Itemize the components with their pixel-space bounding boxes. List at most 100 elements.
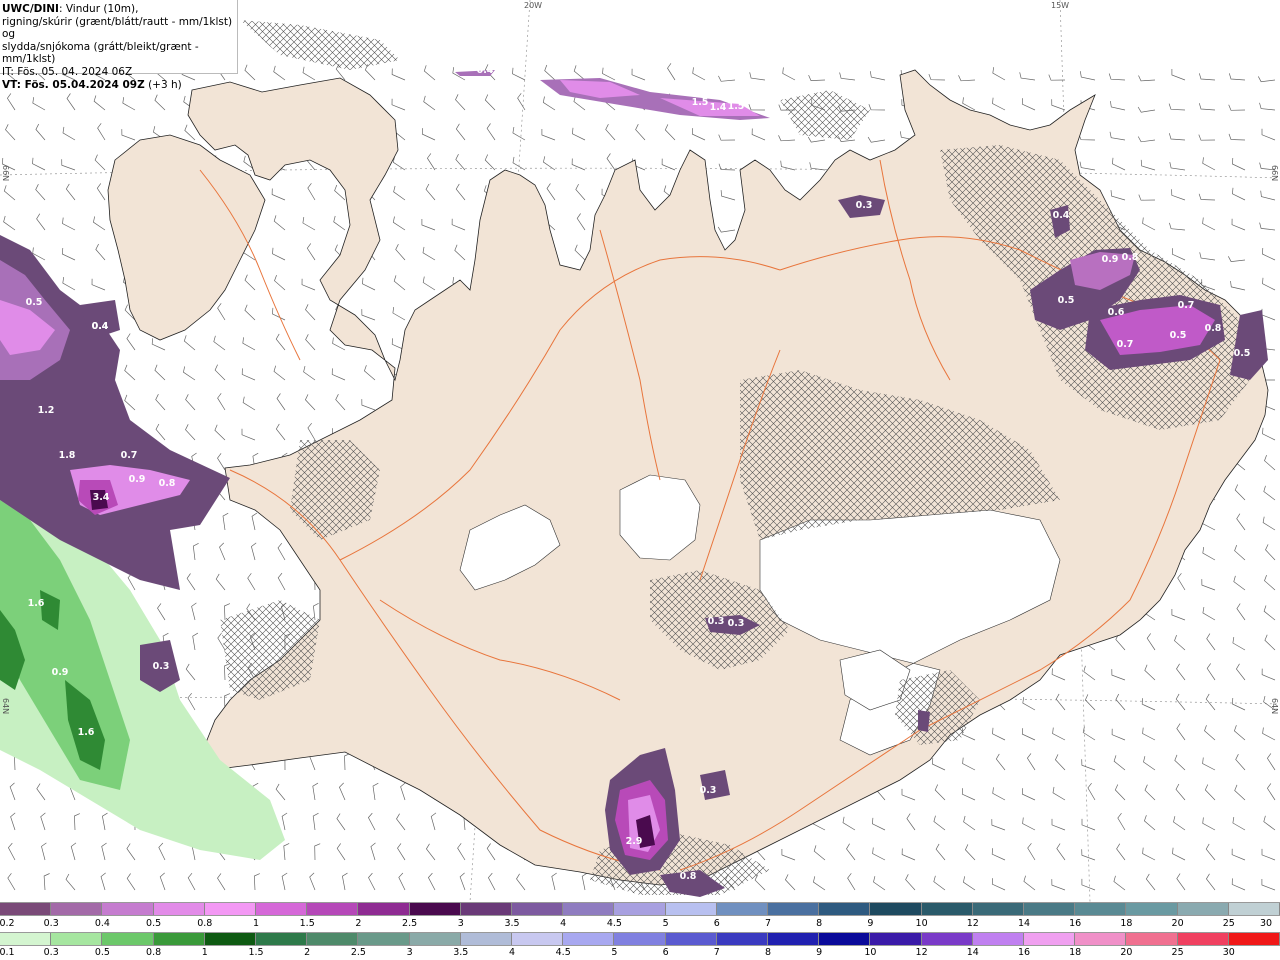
- legend-label: 10: [915, 918, 928, 929]
- legend-swatch: [563, 903, 615, 915]
- legend-label: 1: [201, 947, 208, 958]
- legend-swatch: [1228, 933, 1280, 945]
- legend-label: 1: [252, 918, 260, 929]
- legend-swatch: [204, 933, 257, 945]
- legend-label: 8: [764, 947, 772, 958]
- map-info-panel: UWC/DINI: Vindur (10m), rigning/skúrir (…: [0, 0, 238, 91]
- legend-label: 0.5: [94, 947, 110, 958]
- legend-label: 20: [1120, 947, 1133, 958]
- precip-value-label: 0.8: [159, 478, 176, 489]
- legend-swatch: [768, 903, 820, 915]
- legend-label: 4.5: [606, 918, 622, 929]
- legend-label: 0.4: [94, 918, 110, 929]
- legend-label: 1.5: [299, 918, 315, 929]
- legend-swatch: [204, 903, 257, 915]
- lat-label-right-66: 66N: [1270, 165, 1279, 182]
- precip-value-label: 0.5: [26, 297, 43, 308]
- header-description-3: slydda/snjókoma (grátt/bleikt/grænt - mm…: [2, 40, 199, 66]
- legend-swatch: [563, 933, 615, 945]
- precip-value-label: 1.6: [78, 727, 95, 738]
- precip-value-label: 0.3: [582, 70, 599, 81]
- precip-value-label: 1.4: [710, 102, 727, 113]
- legend-swatch: [716, 903, 769, 915]
- forecast-offset: (+3 h): [148, 78, 182, 91]
- precip-value-label: 0.4: [1053, 210, 1070, 221]
- legend-swatch: [358, 903, 410, 915]
- legend-swatch: [256, 933, 308, 945]
- legend-swatch: [921, 903, 973, 915]
- legend-label: 9: [867, 918, 874, 929]
- legend-swatch: [921, 933, 973, 945]
- rain-colorbar: [0, 932, 1280, 946]
- lon-label-15w: 15W: [1051, 1, 1070, 10]
- legend-swatch: [102, 933, 154, 945]
- legend-swatch: [1177, 933, 1229, 945]
- legend-swatch: [870, 933, 922, 945]
- legend-swatch: [512, 933, 564, 945]
- legend-swatch: [1126, 933, 1178, 945]
- legend-swatch: [1075, 933, 1127, 945]
- precip-value-label: 0.9: [52, 667, 69, 678]
- legend-label: 16: [1069, 918, 1082, 929]
- legend-swatch: [1024, 903, 1076, 915]
- legend-label: 25: [1171, 947, 1184, 958]
- legend-label: 18: [1069, 947, 1082, 958]
- precip-value-label: 0.6: [1108, 307, 1125, 318]
- precip-value-label: 1.2: [38, 405, 55, 416]
- legend-label: 2: [304, 947, 311, 958]
- precip-value-label: 0.3: [700, 785, 717, 796]
- legend-label: 14: [1017, 918, 1031, 929]
- precip-value-label: 1.5: [728, 101, 745, 112]
- legend-label: 0.5: [146, 918, 162, 929]
- lat-label-left-64: 64N: [1, 698, 10, 715]
- legend-label: 18: [1120, 918, 1133, 929]
- legend-label: 7: [713, 947, 720, 958]
- legend-swatch: [512, 903, 564, 915]
- legend-label: 0.3: [43, 947, 59, 958]
- lat-label-right-64: 64N: [1270, 698, 1279, 715]
- legend-swatch: [716, 933, 769, 945]
- legend-swatch: [307, 903, 359, 915]
- legend-label: 20: [1171, 918, 1184, 929]
- legend-swatch: [972, 903, 1025, 915]
- header-description-2: rigning/skúrir (grænt/blátt/rautt - mm/1…: [2, 15, 233, 41]
- legend-label: 10: [864, 947, 877, 958]
- legend-swatch: [307, 933, 359, 945]
- precip-value-label: 1.8: [59, 450, 76, 461]
- legend-swatch: [1177, 903, 1229, 915]
- legend-label: 25: [1222, 918, 1235, 929]
- legend-label: 2.5: [402, 918, 418, 929]
- precip-legend: 0.2 0.3 0.4 0.5 0.8 1 1.5 2 2.5 3 3.5 4 4.5 5 6 7 8 9 10 12…: [0, 902, 1280, 960]
- legend-swatch: [614, 903, 666, 915]
- legend-label: 5: [611, 947, 618, 958]
- snow-colorbar: [0, 902, 1280, 916]
- precip-value-label: 0.5: [1234, 348, 1251, 359]
- legend-swatch: [665, 933, 717, 945]
- legend-label: 7: [764, 918, 772, 929]
- legend-label: 30: [1222, 947, 1235, 958]
- legend-swatch: [819, 903, 871, 915]
- lat-label-left-66: 66N: [1, 165, 10, 182]
- precip-value-label: 0.9: [1102, 254, 1119, 265]
- legend-label: 6: [713, 918, 720, 929]
- legend-label: 0.8: [146, 947, 162, 958]
- legend-swatch: [1126, 903, 1178, 915]
- precip-value-label: 0.7: [1178, 300, 1195, 311]
- precip-value-label: 0.5: [1058, 295, 1075, 306]
- precip-value-label: 0.3: [728, 618, 745, 629]
- legend-label: 12: [966, 918, 979, 929]
- precip-value-label: 1.5: [692, 97, 709, 108]
- legend-label: 2: [355, 918, 362, 929]
- legend-label: 0.8: [197, 918, 213, 929]
- weather-map: 0.50.41.21.8 0.70.9 0.83.41.60.91.60.30.40…: [0, 0, 1280, 902]
- legend-swatch: [870, 903, 922, 915]
- valid-time: VT: Fös. 05.04.2024 09Z: [2, 78, 145, 91]
- legend-swatch: [768, 933, 820, 945]
- legend-swatch: [0, 933, 52, 945]
- legend-label: 16: [1017, 947, 1031, 958]
- precip-value-label: 0.7: [1117, 339, 1134, 350]
- legend-swatch: [460, 903, 513, 915]
- legend-swatch: [1228, 903, 1280, 915]
- lon-label-20w: 20W: [524, 1, 543, 10]
- precip-value-label: 2.9: [626, 836, 643, 847]
